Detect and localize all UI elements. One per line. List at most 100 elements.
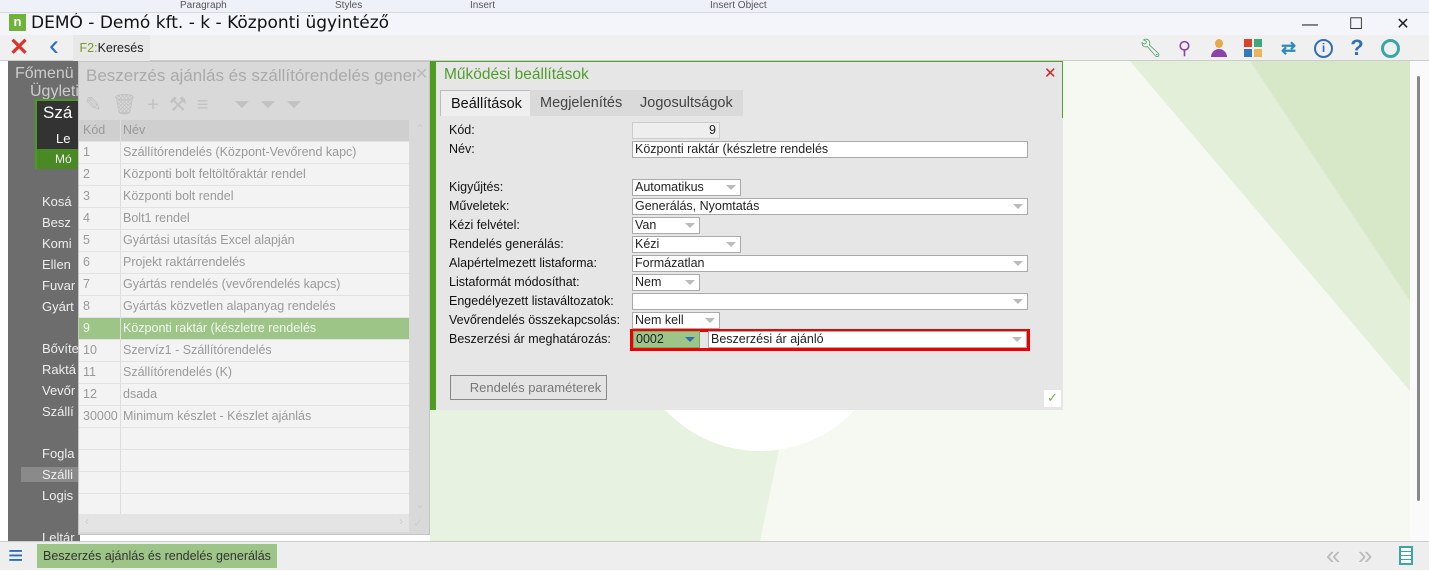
- sidebar-box[interactable]: Szá Le Mó: [35, 99, 80, 169]
- vertical-scrollbar[interactable]: [1410, 61, 1429, 541]
- kezi-value: Van: [635, 218, 657, 232]
- scroll-down-icon[interactable]: ⌄: [415, 497, 425, 511]
- previous-icon[interactable]: «: [1326, 540, 1340, 571]
- sidebar-item[interactable]: Fogla: [42, 446, 75, 461]
- table-row[interactable]: 3 Központi bolt rendel: [79, 186, 409, 208]
- close-icon[interactable]: ✕: [5, 35, 33, 61]
- user-icon[interactable]: [1210, 39, 1228, 57]
- table-row[interactable]: 1 Szállítórendelés (Központ-Vevőrend kapc…: [79, 142, 409, 164]
- sidebar-item[interactable]: Logis: [42, 488, 73, 503]
- nev-input[interactable]: Központi raktár (készletre rendelés: [632, 141, 1028, 158]
- sidebar-item[interactable]: Bővíte: [42, 341, 79, 356]
- minimize-button[interactable]: —: [1290, 13, 1330, 37]
- search-button[interactable]: F2:Keresés: [73, 35, 150, 61]
- scroll-up-icon[interactable]: ⌃: [415, 122, 425, 136]
- menu-icon[interactable]: ≡: [197, 94, 219, 116]
- table-row[interactable]: 5 Gyártási utasítás Excel alapján: [79, 230, 409, 252]
- vevo-value: Nem kell: [635, 313, 684, 327]
- listaforma-label: Alapértelmezett listaforma:: [449, 256, 597, 270]
- chevron-down-icon: [1013, 204, 1023, 209]
- ok-check-icon[interactable]: ✓: [1044, 390, 1061, 407]
- beszar-select[interactable]: Beszerzési ár ajánló: [708, 331, 1027, 348]
- table-row[interactable]: 2 Központi bolt feltöltőraktár rendel: [79, 164, 409, 186]
- tab-beallitasok[interactable]: Beállítások: [440, 90, 533, 116]
- sidebar-item[interactable]: Leltár: [42, 530, 75, 541]
- edit-icon[interactable]: ✎: [85, 94, 112, 116]
- table-row[interactable]: 8 Gyártás közvetlen alapanyag rendelés: [79, 296, 409, 318]
- ribbon-group: Paragraph: [180, 0, 227, 11]
- close-icon[interactable]: ✕: [415, 64, 428, 84]
- table-row[interactable]: 11 Szállítórendelés (K): [79, 362, 409, 384]
- sidebar-item[interactable]: Vevőr: [42, 383, 75, 398]
- listavalt-select[interactable]: [632, 293, 1028, 310]
- delete-icon[interactable]: 🗑︎: [112, 94, 147, 116]
- kod-label: Kód:: [449, 123, 475, 137]
- beszar-code-value: 0002: [636, 332, 664, 346]
- chevron-down-icon: [685, 280, 695, 285]
- close-window-button[interactable]: ✕: [1383, 13, 1423, 37]
- document-list-icon[interactable]: [1399, 546, 1413, 565]
- hamburger-menu-icon[interactable]: ≡: [8, 542, 23, 568]
- add-filter-icon[interactable]: ⏷: [286, 94, 312, 116]
- table-row[interactable]: 10 Szervíz1 - Szállítórendelés: [79, 340, 409, 362]
- table-row[interactable]: 9 Központi raktár (készletre rendelés: [79, 318, 409, 340]
- search-icon[interactable]: ⚲: [1172, 35, 1197, 61]
- kezi-select[interactable]: Van: [632, 217, 700, 234]
- cell-kod: 10: [79, 340, 121, 361]
- next-icon[interactable]: »: [1358, 540, 1372, 571]
- beszar-code-select[interactable]: 0002: [633, 331, 700, 348]
- chevron-down-icon: [726, 242, 736, 247]
- kigyujtes-value: Automatikus: [635, 180, 704, 194]
- sidebar-item[interactable]: Ellen: [42, 257, 71, 272]
- column-header-nev[interactable]: Név: [123, 120, 145, 141]
- sidebar-item[interactable]: Komi: [42, 236, 72, 251]
- tools-icon[interactable]: ⚒: [169, 94, 197, 116]
- task-tab-active[interactable]: Beszerzés ajánlás és rendelés generálás: [37, 544, 277, 568]
- wrench-icon[interactable]: 🔧︎: [1138, 35, 1163, 61]
- sidebar-item[interactable]: Szállí: [42, 404, 74, 419]
- sidebar-box-button[interactable]: Mó: [37, 149, 80, 169]
- table-row[interactable]: 7 Gyártás rendelés (vevőrendelés kapcs): [79, 274, 409, 296]
- table-row[interactable]: 6 Projekt raktárrendelés: [79, 252, 409, 274]
- sidebar-item[interactable]: Gyárt: [42, 299, 74, 314]
- circle-icon[interactable]: [1381, 39, 1400, 58]
- sidebar-item-active[interactable]: Szálli: [21, 467, 80, 482]
- transfer-icon[interactable]: ⇄: [1276, 35, 1301, 61]
- scrollbar-thumb[interactable]: [1417, 76, 1420, 501]
- vevo-select[interactable]: Nem kell: [632, 312, 720, 329]
- cell-kod: 9: [79, 318, 121, 339]
- info-icon[interactable]: i: [1314, 39, 1333, 58]
- table-row[interactable]: 30000 Minimum készlet - Készlet ajánlás: [79, 406, 409, 428]
- listaforma-select[interactable]: Formázatlan: [632, 255, 1028, 272]
- sidebar-item[interactable]: Raktá: [42, 362, 76, 377]
- tab-jogosultsagok[interactable]: Jogosultságok: [630, 90, 743, 116]
- cell-nev: Gyártás közvetlen alapanyag rendelés: [123, 299, 336, 313]
- listamod-select[interactable]: Nem: [632, 274, 700, 291]
- ribbon-group: Insert: [470, 0, 496, 11]
- help-icon[interactable]: ?: [1346, 35, 1368, 61]
- tab-megjelenites[interactable]: Megjelenítés: [530, 90, 633, 116]
- rendeles-parameterek-button[interactable]: Rendelés paraméterek: [450, 375, 607, 400]
- horizontal-scrollbar[interactable]: ‹ ›: [79, 514, 409, 532]
- kigyujtes-select[interactable]: Automatikus: [632, 179, 741, 196]
- column-header-kod[interactable]: Kód: [79, 120, 121, 141]
- table-row[interactable]: 4 Bolt1 rendel: [79, 208, 409, 230]
- table-row[interactable]: 12 dsada: [79, 384, 409, 406]
- add-icon[interactable]: +: [147, 94, 169, 116]
- maximize-button[interactable]: ☐: [1336, 13, 1376, 37]
- sidebar-item[interactable]: Kosá: [42, 194, 72, 209]
- sidebar-item[interactable]: Fuvar: [42, 278, 75, 293]
- table-row-empty: [79, 450, 409, 472]
- muveletek-select[interactable]: Generálás, Nyomtatás: [632, 198, 1028, 215]
- rendgen-select[interactable]: Kézi: [632, 236, 741, 253]
- sidebar-header: Főmenü: [15, 65, 74, 82]
- ok-icon[interactable]: ✓: [413, 516, 423, 530]
- filter-icon[interactable]: ⏷: [234, 94, 260, 116]
- cell-nev: Szállítórendelés (Központ-Vevőrend kapc): [123, 145, 357, 159]
- back-icon[interactable]: ‹: [40, 31, 68, 61]
- apps-icon[interactable]: [1244, 39, 1262, 57]
- list-window-title: Beszerzés ajánlás és szállítórendelés ge…: [86, 66, 416, 85]
- sidebar-item[interactable]: Besz: [42, 215, 71, 230]
- clear-filter-icon[interactable]: ⏷: [260, 94, 286, 116]
- dialog-close-button[interactable]: ✕: [1044, 64, 1057, 82]
